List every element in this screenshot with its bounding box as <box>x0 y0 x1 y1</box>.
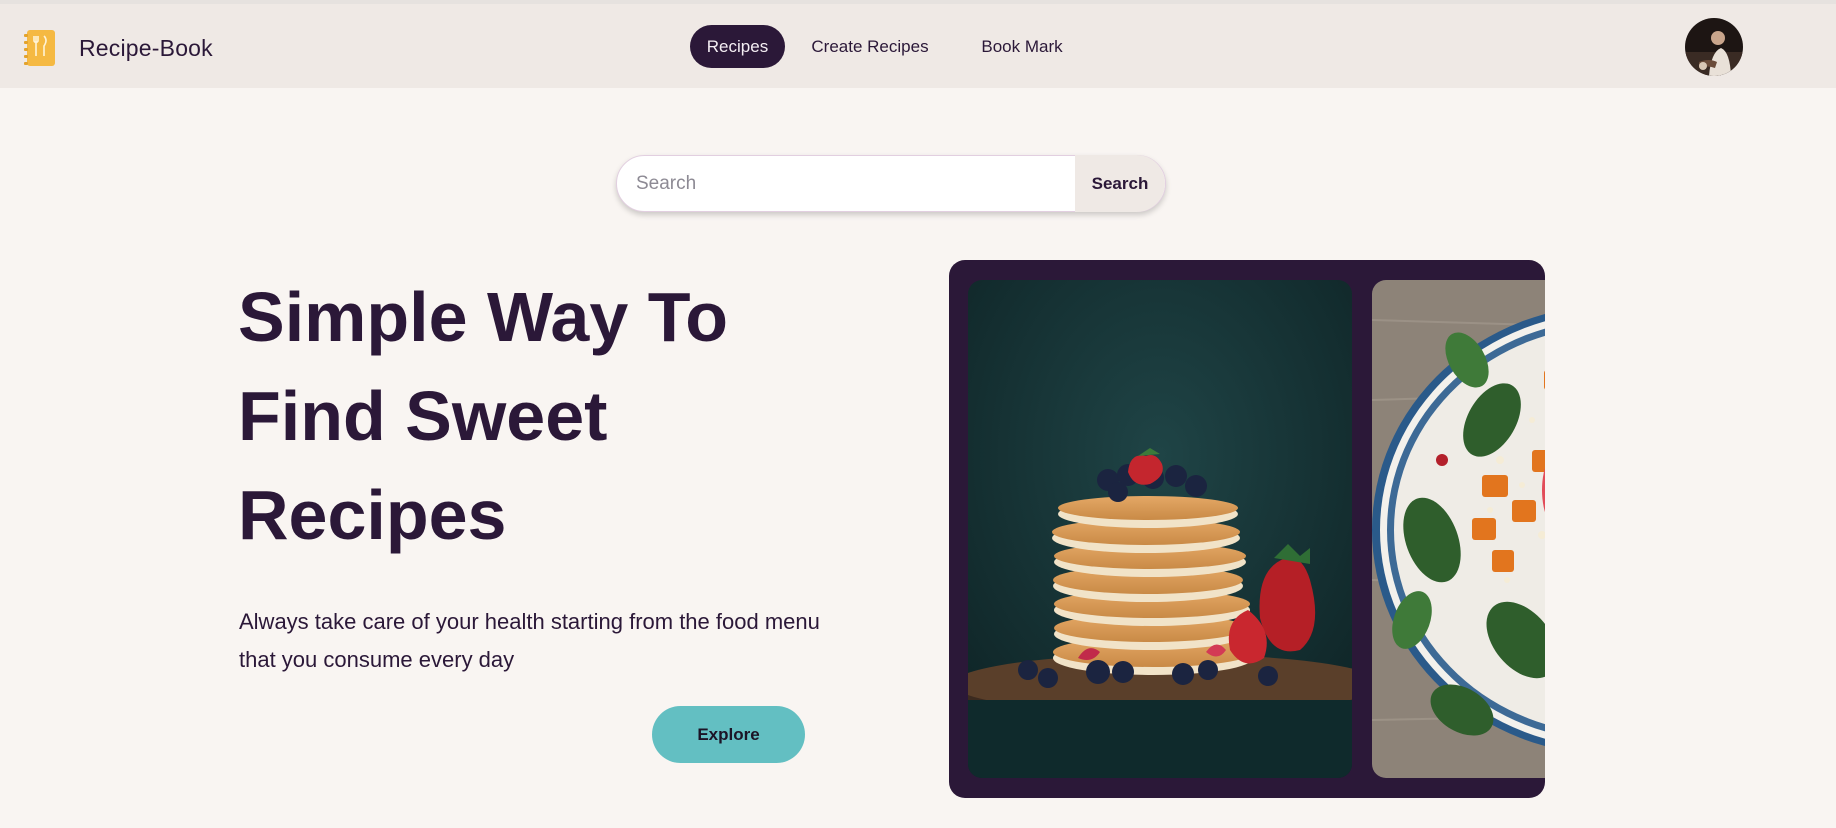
hero-title: Simple Way To Find Sweet Recipes <box>238 268 858 565</box>
hero-title-line: Recipes <box>238 476 507 554</box>
search-button[interactable]: Search <box>1075 155 1165 212</box>
search-input[interactable] <box>617 156 1077 211</box>
explore-button[interactable]: Explore <box>652 706 805 763</box>
search-bar: Search <box>616 155 1166 212</box>
nav-item-recipes[interactable]: Recipes <box>690 25 785 68</box>
recipe-book-icon[interactable] <box>24 29 56 67</box>
hero-subtitle-line: Always take care of your health starting… <box>239 609 820 634</box>
hero-subtitle: Always take care of your health starting… <box>239 603 839 679</box>
pancake-stack-photo[interactable] <box>968 280 1352 778</box>
food-gallery <box>949 260 1545 798</box>
user-avatar[interactable] <box>1685 18 1743 76</box>
navbar: Recipe-Book Recipes Create Recipes Book … <box>0 4 1836 88</box>
hero-subtitle-line: that you consume every day <box>239 647 515 672</box>
hero-title-line: Find Sweet <box>238 377 608 455</box>
nav-item-create-recipes[interactable]: Create Recipes <box>807 25 933 68</box>
brand-name[interactable]: Recipe-Book <box>79 35 213 62</box>
hero-title-line: Simple Way To <box>238 278 729 356</box>
nav-item-book-mark[interactable]: Book Mark <box>972 25 1072 68</box>
salad-bowl-photo[interactable] <box>1372 280 1545 778</box>
